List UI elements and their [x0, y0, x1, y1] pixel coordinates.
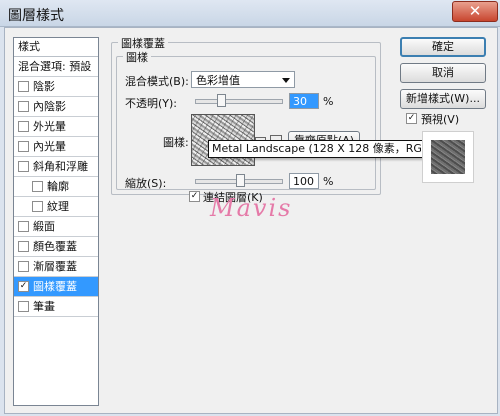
style-item[interactable]: ✓ 圖樣覆蓋 [14, 277, 98, 297]
style-item-checkbox[interactable] [18, 240, 29, 252]
checkmark-icon: ✓ [19, 280, 28, 291]
pattern-label: 圖樣: [163, 136, 189, 149]
cancel-label: 取消 [432, 66, 454, 79]
ok-label: 確定 [432, 40, 454, 53]
style-item-checkbox[interactable] [32, 200, 43, 212]
style-item[interactable]: 陰影 [14, 77, 98, 97]
new-style-label: 新增樣式(W)... [406, 92, 480, 105]
cancel-button[interactable]: 取消 [400, 63, 486, 83]
style-item-label: 圖樣覆蓋 [33, 280, 77, 293]
preview-thumbnail [422, 131, 474, 183]
preview-pattern [431, 140, 465, 174]
style-item-checkbox[interactable] [18, 260, 29, 272]
style-item-checkbox[interactable] [18, 160, 29, 172]
scale-input[interactable]: 100 [289, 173, 319, 189]
pattern-subgroup-title: 圖樣 [123, 49, 151, 65]
scale-percent: % [323, 175, 334, 188]
style-item-checkbox[interactable] [18, 220, 29, 232]
style-item-label: 筆畫 [33, 300, 55, 313]
watermark: Mavis [210, 194, 293, 222]
preview-checkbox[interactable]: ✓ [406, 113, 417, 124]
style-item[interactable]: 輪廓 [14, 177, 98, 197]
style-item-checkbox[interactable] [18, 300, 29, 312]
style-item-checkbox[interactable] [18, 140, 29, 152]
style-item[interactable]: 內陰影 [14, 97, 98, 117]
style-item-checkbox[interactable] [18, 100, 29, 112]
style-item[interactable]: 漸層覆蓋 [14, 257, 98, 277]
window-title: 圖層樣式 [8, 8, 64, 24]
chevron-down-icon [282, 78, 290, 83]
style-item[interactable]: 內光暈 [14, 137, 98, 157]
dialog-content: 樣式 混合選項: 預設 陰影內陰影外光暈內光暈斜角和浮雕輪廓紋理緞面顏色覆蓋漸層… [4, 27, 498, 414]
scale-label: 縮放(S): [125, 177, 167, 190]
style-item[interactable]: 斜角和浮雕 [14, 157, 98, 177]
preview-label: 預視(V) [421, 113, 460, 126]
style-item-label: 漸層覆蓋 [33, 260, 77, 273]
style-item-label: 顏色覆蓋 [33, 240, 77, 253]
style-item[interactable]: 顏色覆蓋 [14, 237, 98, 257]
blend-mode-select[interactable]: 色彩增值 [191, 71, 295, 88]
style-items: 陰影內陰影外光暈內光暈斜角和浮雕輪廓紋理緞面顏色覆蓋漸層覆蓋 ✓ 圖樣覆蓋筆畫 [14, 77, 98, 317]
opacity-input[interactable]: 30 [289, 93, 319, 109]
opacity-percent: % [323, 95, 334, 108]
style-item-label: 輪廓 [47, 180, 69, 193]
opacity-label: 不透明(Y): [125, 97, 178, 110]
style-item[interactable]: 緞面 [14, 217, 98, 237]
style-item-checkbox[interactable]: ✓ [18, 280, 29, 292]
styles-list-header[interactable]: 樣式 [14, 38, 98, 57]
style-item-label: 陰影 [33, 80, 55, 93]
checkmark-icon: ✓ [190, 191, 199, 201]
style-item-label: 緞面 [33, 220, 55, 233]
style-item-checkbox[interactable] [32, 180, 43, 192]
blend-mode-value: 色彩增值 [196, 74, 240, 87]
style-item-label: 內光暈 [33, 140, 66, 153]
close-icon: ✕ [468, 2, 482, 20]
style-item-checkbox[interactable] [18, 80, 29, 92]
style-item-label: 紋理 [47, 200, 69, 213]
opacity-slider-thumb[interactable] [217, 94, 226, 107]
opacity-slider[interactable] [195, 99, 283, 104]
close-button[interactable]: ✕ [452, 1, 498, 22]
style-item[interactable]: 筆畫 [14, 297, 98, 317]
style-item-label: 外光暈 [33, 120, 66, 133]
ok-button[interactable]: 確定 [400, 37, 486, 57]
style-item-label: 內陰影 [33, 100, 66, 113]
style-item-checkbox[interactable] [18, 120, 29, 132]
title-bar: 圖層樣式 ✕ [0, 0, 500, 27]
style-item[interactable]: 外光暈 [14, 117, 98, 137]
checkmark-icon: ✓ [407, 113, 416, 123]
style-item[interactable]: 紋理 [14, 197, 98, 217]
link-layer-checkbox[interactable]: ✓ [189, 191, 200, 202]
styles-list: 樣式 混合選項: 預設 陰影內陰影外光暈內光暈斜角和浮雕輪廓紋理緞面顏色覆蓋漸層… [13, 37, 99, 406]
new-style-button[interactable]: 新增樣式(W)... [400, 89, 486, 109]
blend-options-item[interactable]: 混合選項: 預設 [14, 57, 98, 77]
style-item-label: 斜角和浮雕 [33, 160, 88, 173]
blend-mode-label: 混合模式(B): [125, 75, 189, 88]
scale-slider-thumb[interactable] [236, 174, 245, 187]
